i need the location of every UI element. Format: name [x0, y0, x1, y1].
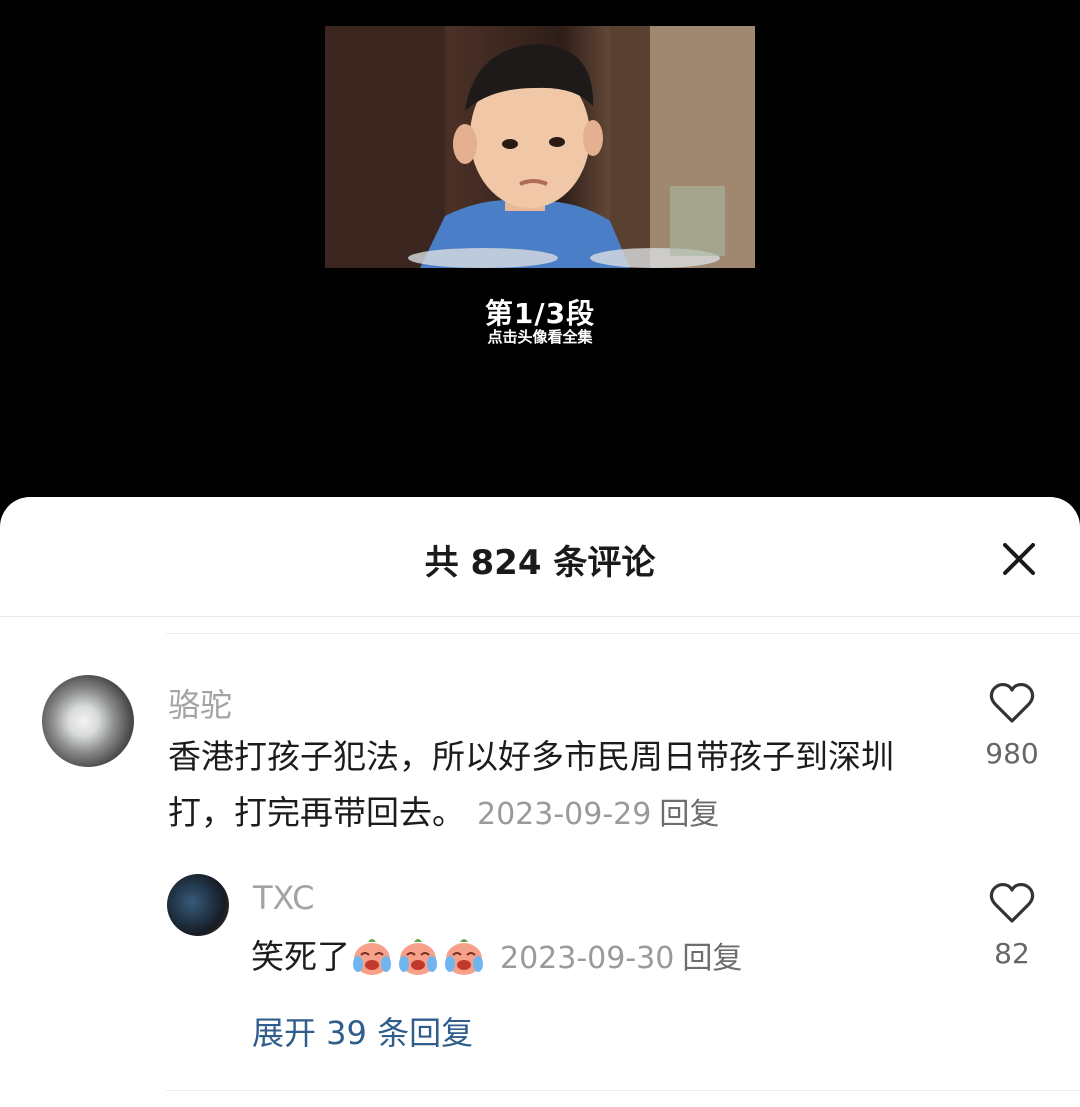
video-thumbnail	[325, 26, 755, 268]
close-icon	[1003, 543, 1035, 575]
segment-hint: 点击头像看全集	[487, 328, 593, 346]
reply-reply-button[interactable]: 回复	[682, 941, 742, 976]
heart-icon	[989, 882, 1035, 923]
like-count: 980	[985, 737, 1039, 770]
sheet-header: 共 824 条评论	[0, 497, 1080, 617]
avatar[interactable]	[42, 675, 134, 767]
laugh-cry-peach-emoji	[445, 939, 483, 975]
header-divider	[0, 616, 1080, 617]
laugh-cry-peach-emoji	[399, 939, 437, 975]
reply-text: 笑死了 2023-09-30 回复	[251, 929, 971, 987]
divider	[166, 633, 1080, 634]
like-button[interactable]	[988, 681, 1036, 729]
comment-text: 香港打孩子犯法，所以好多市民周日带孩子到深圳打，打完再带回去。 2023-09-2…	[168, 729, 928, 843]
comment-sheet: 共 824 条评论 骆驼 香港打孩子犯法，所以好多市民周日带孩子到深圳打，打完再…	[0, 497, 1080, 1107]
reply-avatar[interactable]	[167, 874, 229, 936]
reply-username[interactable]: TXC	[253, 879, 314, 917]
reply-date: 2023-09-30	[500, 941, 675, 976]
emoji-group	[350, 937, 488, 976]
heart-icon	[989, 682, 1035, 723]
reply-body: 笑死了	[251, 937, 350, 976]
close-button[interactable]	[995, 535, 1043, 583]
reply-like-button[interactable]	[988, 881, 1036, 929]
divider	[166, 1090, 1080, 1091]
comment-date: 2023-09-29	[477, 797, 652, 832]
video-player[interactable]: 第1/3段 点击头像看全集	[0, 0, 1080, 500]
laugh-cry-peach-emoji	[353, 939, 391, 975]
expand-replies-button[interactable]: 展开 39 条回复	[252, 1008, 473, 1054]
comment-count-title: 共 824 条评论	[424, 543, 656, 583]
reply-like-count: 82	[994, 937, 1030, 970]
reply-button[interactable]: 回复	[659, 797, 719, 832]
comment-username[interactable]: 骆驼	[168, 680, 232, 726]
